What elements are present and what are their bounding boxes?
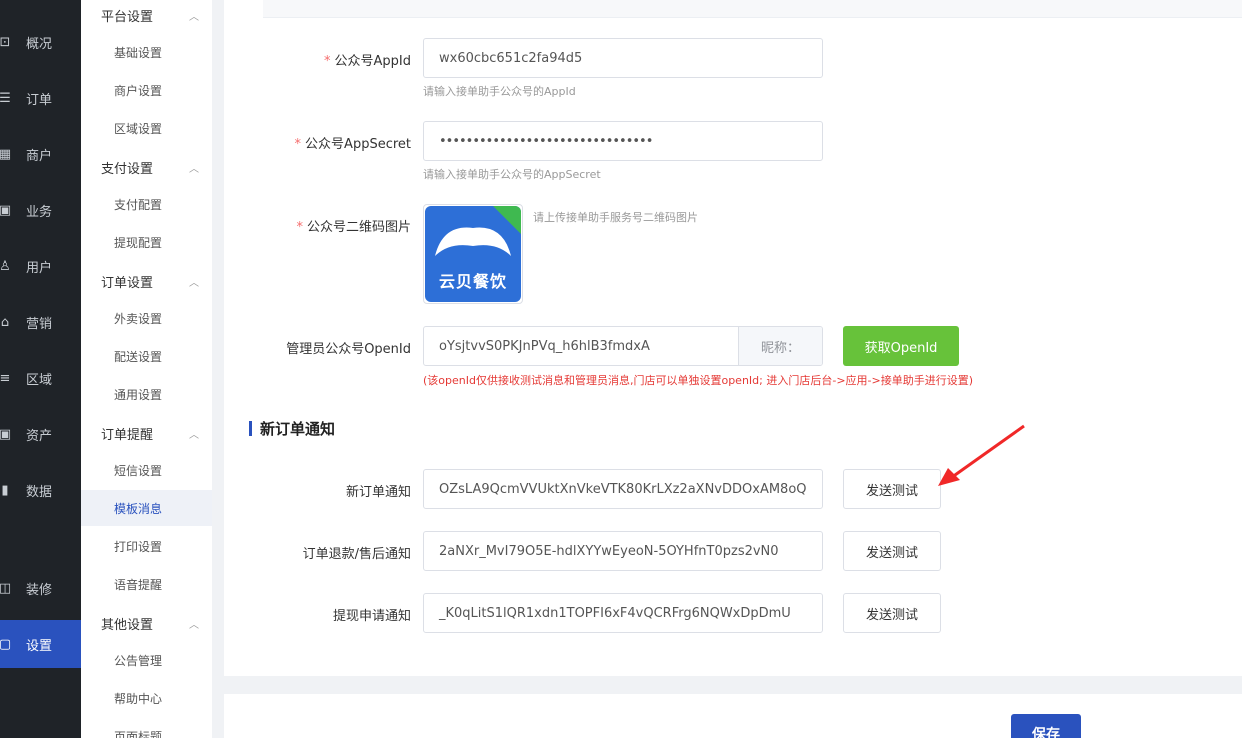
get-openid-button[interactable]: 获取OpenId [843,326,959,366]
send-test-button-refund[interactable]: 发送测试 [843,531,941,571]
chevron-up-icon: ︿ [189,277,199,289]
chevron-up-icon: ︿ [189,163,199,175]
sub-voice-reminder[interactable]: 语音提醒 [81,566,212,602]
section-title: 新订单通知 [249,418,335,438]
nav-decorate[interactable]: ◫ 装修 [0,570,81,606]
qr-image: 云贝餐饮 [425,206,521,302]
sub-basic-settings[interactable]: 基础设置 [81,34,212,70]
group-platform-settings[interactable]: 平台设置 ︿ [101,0,201,30]
bar-chart-icon: ▮ [1,482,9,498]
sub-region-settings[interactable]: 区域设置 [81,110,212,146]
top-strip [263,0,1242,18]
sub-help-center[interactable]: 帮助中心 [81,680,212,716]
nav-overview[interactable]: ⊡ 概况 [0,24,81,60]
openid-note: (该openId仅供接收测试消息和管理员消息,门店可以单独设置openId; 进… [423,374,974,387]
user-icon: ♙ [0,258,11,274]
store-icon: ▦ [0,146,12,162]
list-icon: ☰ [0,90,11,106]
openid-label: 管理员公众号OpenId [286,342,411,357]
new-order-label: 新订单通知 [345,485,411,500]
sub-page-title[interactable]: 页面标题 [81,718,212,738]
qr-upload[interactable]: 云贝餐饮 [423,204,523,304]
group-payment-settings[interactable]: 支付设置 ︿ [101,152,201,182]
sub-announcement[interactable]: 公告管理 [81,642,212,678]
refund-template-input[interactable]: 2aNXr_MvI79O5E-hdlXYYwEyeoN-5OYHfnT0pzs2… [423,531,823,571]
sub-dispatch-settings[interactable]: 配送设置 [81,338,212,374]
openid-input[interactable]: oYsjtvvS0PKJnPVq_h6hlB3fmdxA [424,327,738,365]
nav-users[interactable]: ♙ 用户 [0,248,81,284]
footer-bar [224,694,1242,738]
qr-label: * 公众号二维码图片 [296,220,411,235]
appid-label: * 公众号AppId [324,54,411,69]
secret-input[interactable]: •••••••••••••••••••••••••••••••• [423,121,823,161]
nav-merchants[interactable]: ▦ 商户 [0,136,81,172]
appid-hint: 请输入接单助手公众号的AppId [423,85,576,98]
secondary-sidebar: 平台设置 ︿ 基础设置 商户设置 区域设置 支付设置 ︿ 支付配置 提现配置 订单设… [81,0,212,738]
sub-sms-settings[interactable]: 短信设置 [81,452,212,488]
settings-icon: ▢ [0,636,12,652]
wallet-icon: ▣ [0,426,12,442]
shop-icon: ⌂ [0,314,10,330]
chart-icon: ⊡ [0,34,11,50]
secret-label: * 公众号AppSecret [294,137,411,152]
refund-label: 订单退款/售后通知 [302,547,411,562]
nav-settings[interactable]: ▢ 设置 [0,620,81,668]
openid-input-group: oYsjtvvS0PKJnPVq_h6hlB3fmdxA 昵称： [423,326,823,366]
withdraw-label: 提现申请通知 [332,609,411,624]
qr-hint: 请上传接单助手服务号二维码图片 [533,211,698,224]
primary-sidebar: ⊡ 概况 ☰ 订单 ▦ 商户 ▣ 业务 ♙ 用户 ⌂ 营销 ≡ 区域 ▣ 资产 ▮ 数据 ◫ 装修 … [0,0,81,738]
nav-marketing[interactable]: ⌂ 营销 [0,304,81,340]
send-test-button-new-order[interactable]: 发送测试 [843,469,941,509]
chevron-up-icon: ︿ [189,429,199,441]
withdraw-template-input[interactable]: _K0qLitS1lQR1xdn1TOPFI6xF4vQCRFrg6NQWxDp… [423,593,823,633]
sub-merchant-settings[interactable]: 商户设置 [81,72,212,108]
arrow-annotation-icon [938,424,1025,486]
nav-data[interactable]: ▮ 数据 [0,472,81,508]
secret-hint: 请输入接单助手公众号的AppSecret [423,168,601,181]
sub-delivery-out-settings[interactable]: 外卖设置 [81,300,212,336]
nav-assets[interactable]: ▣ 资产 [0,416,81,452]
nickname-addon: 昵称： [738,327,822,365]
appid-input[interactable]: wx60cbc651c2fa94d5 [423,38,823,78]
sub-payment-config[interactable]: 支付配置 [81,186,212,222]
briefcase-icon: ▣ [0,202,12,218]
send-test-button-withdraw[interactable]: 发送测试 [843,593,941,633]
group-order-reminder[interactable]: 订单提醒 ︿ [101,418,201,448]
chevron-up-icon: ︿ [189,619,199,631]
nav-business[interactable]: ▣ 业务 [0,192,81,228]
sub-template-message[interactable]: 模板消息 [81,490,212,526]
save-button[interactable]: 保存 [1011,714,1081,738]
sub-general-settings[interactable]: 通用设置 [81,376,212,412]
nav-orders[interactable]: ☰ 订单 [0,80,81,116]
group-other-settings[interactable]: 其他设置 ︿ [101,608,201,638]
sub-withdraw-config[interactable]: 提现配置 [81,224,212,260]
new-order-template-input[interactable]: OZsLA9QcmVVUktXnVkeVTK80KrLXz2aXNvDDOxAM… [423,469,823,509]
sub-print-settings[interactable]: 打印设置 [81,528,212,564]
chevron-up-icon: ︿ [189,11,199,23]
database-icon: ≡ [0,370,11,386]
brush-icon: ◫ [0,580,12,596]
group-order-settings[interactable]: 订单设置 ︿ [101,266,201,296]
nav-region[interactable]: ≡ 区域 [0,360,81,396]
